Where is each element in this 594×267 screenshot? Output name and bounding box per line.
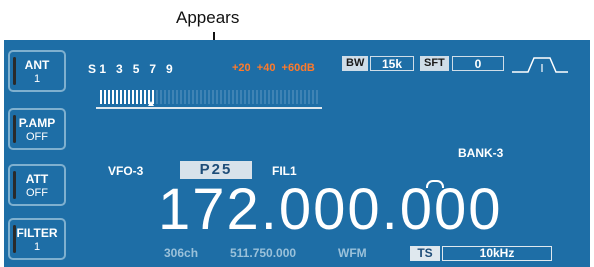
smeter-segment xyxy=(220,90,222,104)
smeter-segment xyxy=(104,90,106,104)
smeter-segment xyxy=(124,90,126,104)
smeter-segment xyxy=(256,90,258,104)
main-frequency: 172.000.000 xyxy=(158,177,503,242)
smeter-segment xyxy=(200,90,202,104)
smeter-segment xyxy=(172,90,174,104)
att-button-title: ATT xyxy=(25,172,49,186)
smeter-segment xyxy=(264,90,266,104)
smeter-segment xyxy=(156,90,158,104)
ts-value[interactable]: 10kHz xyxy=(442,246,552,261)
smeter-segment xyxy=(252,90,254,104)
smeter-segment xyxy=(228,90,230,104)
smeter-segment xyxy=(196,90,198,104)
bank-label: BANK-3 xyxy=(458,146,504,160)
smeter-segment xyxy=(316,90,318,104)
smeter-segment xyxy=(292,90,294,104)
smeter-segment xyxy=(108,90,110,104)
smeter-segment xyxy=(248,90,250,104)
pamp-button-value: OFF xyxy=(26,131,48,143)
mode-label: WFM xyxy=(338,246,367,260)
smeter-segment xyxy=(268,90,270,104)
filter-button-value: 1 xyxy=(33,241,41,253)
ant-button-title: ANT xyxy=(24,58,50,72)
ts-label: TS xyxy=(410,246,440,261)
smeter-segment xyxy=(128,90,130,104)
smeter-segment xyxy=(184,90,186,104)
sft-label: SFT xyxy=(420,56,449,71)
smeter-segment xyxy=(100,90,102,104)
smeter-scale-orange: +20 +40 +60dB xyxy=(232,62,315,74)
smeter-segment xyxy=(240,90,242,104)
smeter-segment xyxy=(164,90,166,104)
bw-label: BW xyxy=(342,56,369,71)
att-button-value: OFF xyxy=(26,187,48,199)
channel-count: 306ch xyxy=(164,246,199,260)
smeter-segment xyxy=(180,90,182,104)
smeter-segment xyxy=(280,90,282,104)
smeter-segment xyxy=(116,90,118,104)
smeter-baseline xyxy=(96,107,322,109)
smeter-segment xyxy=(144,90,146,104)
smeter-segment xyxy=(304,90,306,104)
smeter-segment xyxy=(236,90,238,104)
smeter-segment xyxy=(284,90,286,104)
smeter-scale-white: S 1 3 5 7 9 xyxy=(88,62,173,76)
smeter-segment xyxy=(232,90,234,104)
smeter-segment xyxy=(312,90,314,104)
smeter-segment xyxy=(112,90,114,104)
smeter-segment xyxy=(120,90,122,104)
pamp-button[interactable]: P.AMP OFF xyxy=(8,108,66,150)
filter-button[interactable]: FILTER 1 xyxy=(8,218,66,260)
smeter-segment xyxy=(212,90,214,104)
smeter-segment xyxy=(176,90,178,104)
smeter-segment xyxy=(216,90,218,104)
smeter-segment xyxy=(188,90,190,104)
filter-label: FIL1 xyxy=(272,164,297,178)
ant-button[interactable]: ANT 1 xyxy=(8,50,66,92)
smeter-segment xyxy=(296,90,298,104)
smeter-segment xyxy=(192,90,194,104)
bw-value[interactable]: 15k xyxy=(370,56,414,71)
smeter-segment xyxy=(136,90,138,104)
smeter-segment xyxy=(244,90,246,104)
smeter-segment xyxy=(300,90,302,104)
smeter-segment xyxy=(168,90,170,104)
ant-button-value: 1 xyxy=(33,73,41,85)
smeter-segment xyxy=(140,90,142,104)
sft-value[interactable]: 0 xyxy=(452,56,504,71)
sub-frequency: 511.750.000 xyxy=(230,246,297,260)
pamp-button-title: P.AMP xyxy=(18,116,56,130)
att-button[interactable]: ATT OFF xyxy=(8,164,66,206)
smeter-segment xyxy=(224,90,226,104)
smeter-marker-icon xyxy=(148,101,154,106)
smeter-segment xyxy=(272,90,274,104)
smeter-segment xyxy=(308,90,310,104)
smeter-segment xyxy=(260,90,262,104)
tuning-cursor-icon xyxy=(426,180,444,188)
smeter-segment xyxy=(276,90,278,104)
filter-button-title: FILTER xyxy=(16,226,58,240)
passband-icon xyxy=(512,57,568,73)
vfo-label: VFO-3 xyxy=(108,164,144,178)
smeter-segment xyxy=(204,90,206,104)
smeter-segment xyxy=(288,90,290,104)
smeter-segment xyxy=(132,90,134,104)
smeter-segment xyxy=(208,90,210,104)
smeter-segment xyxy=(160,90,162,104)
